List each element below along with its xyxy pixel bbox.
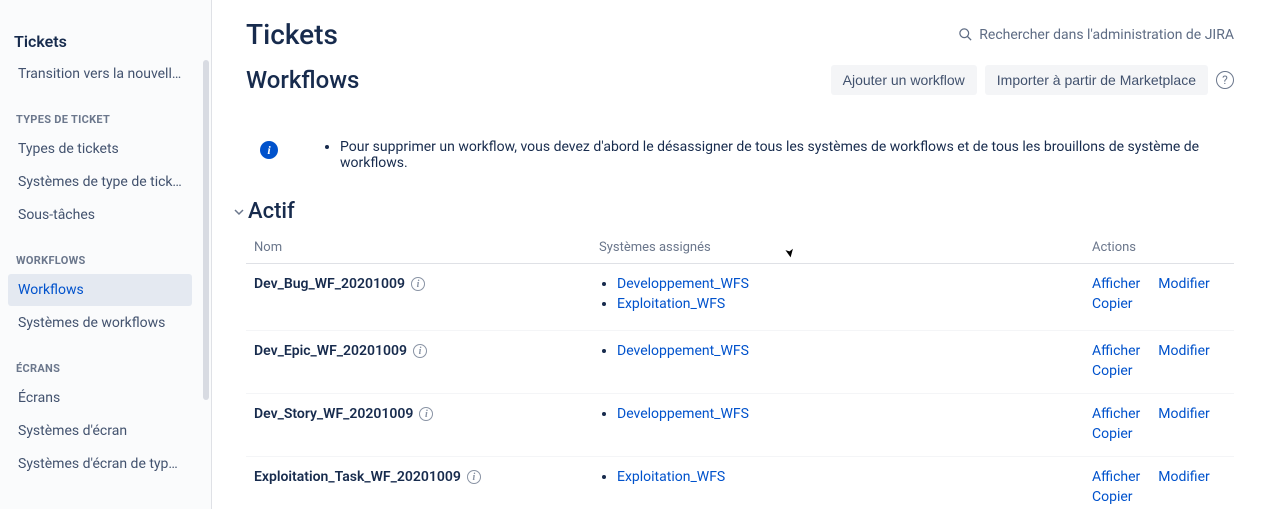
sidebar-heading: Tickets bbox=[4, 10, 196, 57]
info-icon[interactable]: i bbox=[413, 344, 427, 358]
view-link[interactable]: Afficher bbox=[1092, 469, 1140, 485]
scrollbar[interactable] bbox=[203, 60, 209, 400]
edit-link[interactable]: Modifier bbox=[1158, 276, 1209, 292]
search-icon bbox=[958, 27, 973, 42]
info-text: Pour supprimer un workflow, vous devez d… bbox=[340, 139, 1234, 171]
sidebar-item-ticket-type-schemes[interactable]: Systèmes de type de ticket bbox=[8, 166, 192, 198]
sidebar-item-screen-type-schemes[interactable]: Systèmes d'écran de type ... bbox=[8, 448, 192, 480]
copy-link[interactable]: Copier bbox=[1092, 489, 1133, 505]
sidebar-section-types: TYPES DE TICKET bbox=[4, 91, 196, 132]
edit-link[interactable]: Modifier bbox=[1158, 469, 1209, 485]
help-icon[interactable]: ? bbox=[1216, 71, 1234, 89]
page-subtitle: Workflows bbox=[246, 66, 359, 94]
info-icon[interactable]: i bbox=[419, 407, 433, 421]
sidebar-item-transition[interactable]: Transition vers la nouvelle ... bbox=[8, 58, 192, 90]
sidebar-item-workflows[interactable]: Workflows bbox=[8, 274, 192, 306]
assigned-scheme-link[interactable]: Developpement_WFS bbox=[617, 276, 749, 292]
view-link[interactable]: Afficher bbox=[1092, 406, 1140, 422]
edit-link[interactable]: Modifier bbox=[1158, 343, 1209, 359]
info-icon: i bbox=[260, 141, 278, 159]
sidebar-item-screen-schemes[interactable]: Systèmes d'écran bbox=[8, 415, 192, 447]
add-workflow-button[interactable]: Ajouter un workflow bbox=[831, 65, 977, 95]
sidebar-item-screens[interactable]: Écrans bbox=[8, 382, 192, 414]
col-actions: Actions bbox=[1084, 232, 1234, 264]
copy-link[interactable]: Copier bbox=[1092, 296, 1133, 312]
workflow-name: Dev_Epic_WF_20201009i bbox=[254, 343, 427, 359]
admin-search[interactable]: Rechercher dans l'administration de JIRA bbox=[958, 27, 1234, 43]
workflow-name: Dev_Bug_WF_20201009i bbox=[254, 276, 425, 292]
table-row: Dev_Story_WF_20201009i Developpement_WFS A… bbox=[246, 394, 1234, 457]
table-row: Exploitation_Task_WF_20201009i Exploitati… bbox=[246, 457, 1234, 509]
sidebar-item-workflow-schemes[interactable]: Systèmes de workflows bbox=[8, 307, 192, 339]
assigned-scheme-link[interactable]: Exploitation_WFS bbox=[617, 469, 725, 485]
section-title-active: Actif bbox=[248, 199, 295, 224]
table-row: Dev_Bug_WF_20201009i Developpement_WFS Exp… bbox=[246, 264, 1234, 331]
copy-link[interactable]: Copier bbox=[1092, 426, 1133, 442]
workflow-name: Exploitation_Task_WF_20201009i bbox=[254, 469, 481, 485]
edit-link[interactable]: Modifier bbox=[1158, 406, 1209, 422]
sidebar-section-screens: ÉCRANS bbox=[4, 340, 196, 381]
workflows-table: Nom Systèmes assignés Actions Dev_Bug_WF… bbox=[246, 232, 1234, 509]
info-icon[interactable]: i bbox=[467, 470, 481, 484]
assigned-scheme-link[interactable]: Developpement_WFS bbox=[617, 343, 749, 359]
sidebar-item-ticket-types[interactable]: Types de tickets bbox=[8, 133, 192, 165]
import-marketplace-button[interactable]: Importer à partir de Marketplace bbox=[985, 65, 1208, 95]
col-name: Nom bbox=[246, 232, 591, 264]
workflow-name: Dev_Story_WF_20201009i bbox=[254, 406, 433, 422]
sidebar-item-subtasks[interactable]: Sous-tâches bbox=[8, 199, 192, 231]
info-banner: i Pour supprimer un workflow, vous devez… bbox=[246, 139, 1234, 171]
chevron-down-icon[interactable] bbox=[232, 205, 246, 219]
admin-search-label: Rechercher dans l'administration de JIRA bbox=[979, 27, 1234, 43]
assigned-scheme-link[interactable]: Exploitation_WFS bbox=[617, 296, 725, 312]
table-row: Dev_Epic_WF_20201009i Developpement_WFS Af… bbox=[246, 331, 1234, 394]
view-link[interactable]: Afficher bbox=[1092, 276, 1140, 292]
sidebar-section-workflows: WORKFLOWS bbox=[4, 232, 196, 273]
copy-link[interactable]: Copier bbox=[1092, 363, 1133, 379]
col-assigned: Systèmes assignés bbox=[591, 232, 1084, 264]
info-icon[interactable]: i bbox=[411, 277, 425, 291]
main-content: Tickets Rechercher dans l'administration… bbox=[212, 0, 1264, 509]
assigned-scheme-link[interactable]: Developpement_WFS bbox=[617, 406, 749, 422]
page-title: Tickets bbox=[246, 18, 338, 51]
sidebar: Tickets Transition vers la nouvelle ... … bbox=[0, 0, 212, 509]
view-link[interactable]: Afficher bbox=[1092, 343, 1140, 359]
